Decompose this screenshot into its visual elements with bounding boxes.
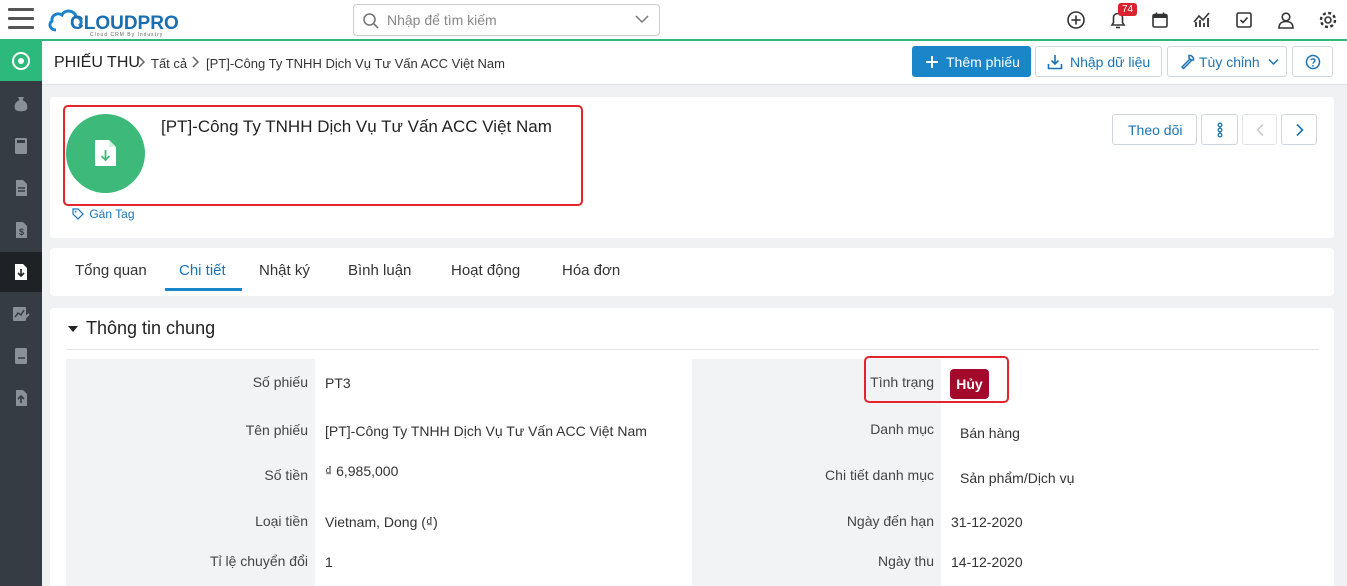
search-box[interactable]: Nhập để tìm kiếm — [353, 4, 660, 36]
target-icon — [12, 52, 30, 70]
menu-icon[interactable] — [8, 8, 34, 32]
chart-icon[interactable] — [1192, 10, 1212, 30]
tab-activities[interactable]: Hoạt động — [451, 262, 520, 279]
follow-button[interactable]: Theo dõi — [1112, 114, 1197, 145]
help-button[interactable] — [1292, 46, 1333, 77]
previous-record-button[interactable] — [1242, 114, 1277, 145]
wrench-icon — [1180, 54, 1195, 70]
field-label-due-date: Ngày đến hạn — [846, 513, 934, 529]
field-value-due-date: 31-12-2020 — [951, 514, 1023, 530]
breadcrumb-module[interactable]: PHIẾU THU — [54, 54, 140, 72]
field-label-receipt-name: Tên phiếu — [245, 422, 308, 438]
tag-icon — [72, 208, 84, 220]
status-highlight-box — [864, 356, 1009, 403]
field-label-collection-date: Ngày thu — [877, 553, 934, 569]
field-label-amount: Số tiền — [264, 467, 308, 483]
calculator-icon — [15, 138, 27, 154]
field-value-category-detail: Sản phẩm/Dịch vụ — [960, 470, 1075, 486]
svg-text:$: $ — [19, 227, 24, 237]
assign-tag-link[interactable]: Gán Tag — [72, 207, 135, 221]
sidebar-item-calculator[interactable] — [0, 126, 42, 166]
tab-log[interactable]: Nhật ký — [259, 262, 310, 279]
task-check-icon[interactable] — [1234, 10, 1254, 30]
field-value-receipt-name: [PT]-Công Ty TNHH Dịch Vụ Tư Vấn ACC Việ… — [325, 423, 647, 439]
sidebar-item-home[interactable] — [0, 41, 42, 81]
active-tab-indicator — [165, 288, 242, 291]
add-circle-icon[interactable] — [1066, 10, 1086, 30]
user-icon[interactable] — [1276, 10, 1296, 30]
upload-document-icon — [16, 390, 27, 406]
field-value-collection-date: 14-12-2020 — [951, 554, 1023, 570]
sidebar-item-money-bag[interactable] — [0, 84, 42, 124]
add-receipt-button[interactable]: Thêm phiếu — [912, 46, 1031, 77]
notification-badge: 74 — [1118, 3, 1138, 16]
highlight-box — [63, 105, 583, 206]
help-icon — [1305, 54, 1321, 70]
sidebar-item-book[interactable] — [0, 336, 42, 376]
invoice-icon: $ — [16, 222, 27, 238]
field-value-currency: Vietnam, Dong (₫) — [325, 514, 438, 530]
search-icon — [363, 13, 379, 29]
field-label-receipt-number: Số phiếu — [252, 374, 308, 390]
breadcrumb-current: [PT]-Công Ty TNHH Dịch Vụ Tư Vấn ACC Việ… — [206, 56, 505, 71]
chevron-left-icon — [1256, 123, 1264, 137]
caret-down-icon[interactable] — [68, 326, 78, 333]
chevron-right-icon — [1296, 123, 1304, 137]
field-value-category: Bán hàng — [960, 425, 1020, 441]
tab-overview[interactable]: Tổng quan — [75, 262, 147, 279]
import-data-button[interactable]: Nhập dữ liệu — [1035, 46, 1162, 77]
field-value-receipt-number: PT3 — [325, 375, 351, 391]
field-label-category: Danh mục — [870, 421, 934, 437]
tab-details[interactable]: Chi tiết — [179, 262, 226, 279]
sidebar-item-document[interactable] — [0, 168, 42, 208]
search-input[interactable]: Nhập để tìm kiếm — [387, 12, 497, 28]
more-vertical-icon — [1217, 122, 1223, 138]
section-divider — [66, 349, 1319, 350]
section-title[interactable]: Thông tin chung — [86, 318, 215, 339]
import-icon — [1047, 55, 1063, 70]
sidebar-item-receipt[interactable] — [0, 252, 42, 292]
chevron-right-icon — [138, 56, 146, 68]
chevron-down-icon[interactable] — [635, 14, 649, 24]
tab-bar — [50, 248, 1334, 296]
field-label-currency: Loại tiền — [255, 513, 308, 529]
sidebar: $ — [0, 41, 42, 586]
plus-icon — [926, 56, 938, 68]
download-document-icon — [15, 264, 27, 280]
calendar-icon[interactable] — [1150, 10, 1170, 30]
field-value-amount: ₫ 6,985,000 — [325, 463, 399, 479]
breadcrumb: PHIẾU THU Tất cả [PT]-Công Ty TNHH Dịch … — [42, 41, 1347, 85]
more-actions-button[interactable] — [1201, 114, 1238, 145]
next-record-button[interactable] — [1281, 114, 1317, 145]
customize-button[interactable]: Tùy chỉnh — [1167, 46, 1287, 77]
tab-comments[interactable]: Bình luận — [348, 262, 411, 279]
report-edit-icon — [13, 307, 30, 321]
breadcrumb-all[interactable]: Tất cả — [151, 56, 187, 71]
sidebar-item-reports[interactable] — [0, 294, 42, 334]
book-icon — [15, 348, 27, 364]
document-icon — [16, 180, 27, 196]
chevron-down-icon — [1268, 58, 1279, 66]
top-bar: CLOUDPRO Cloud CRM By Industry Nhập để t… — [0, 0, 1347, 41]
field-value-conversion-rate: 1 — [325, 554, 333, 570]
svg-text:Cloud CRM By Industry: Cloud CRM By Industry — [90, 32, 163, 38]
field-label-category-detail: Chi tiết danh mục — [825, 467, 934, 483]
money-bag-icon — [14, 97, 28, 112]
sidebar-item-invoice[interactable]: $ — [0, 210, 42, 250]
svg-text:CLOUDPRO: CLOUDPRO — [70, 13, 179, 34]
field-label-conversion-rate: Tỉ lệ chuyển đổi — [209, 553, 308, 569]
sidebar-item-upload[interactable] — [0, 378, 42, 418]
chevron-right-icon — [192, 56, 200, 68]
app-logo[interactable]: CLOUDPRO Cloud CRM By Industry — [48, 4, 203, 38]
tab-invoices[interactable]: Hóa đơn — [562, 262, 620, 279]
gear-icon[interactable] — [1318, 10, 1338, 30]
